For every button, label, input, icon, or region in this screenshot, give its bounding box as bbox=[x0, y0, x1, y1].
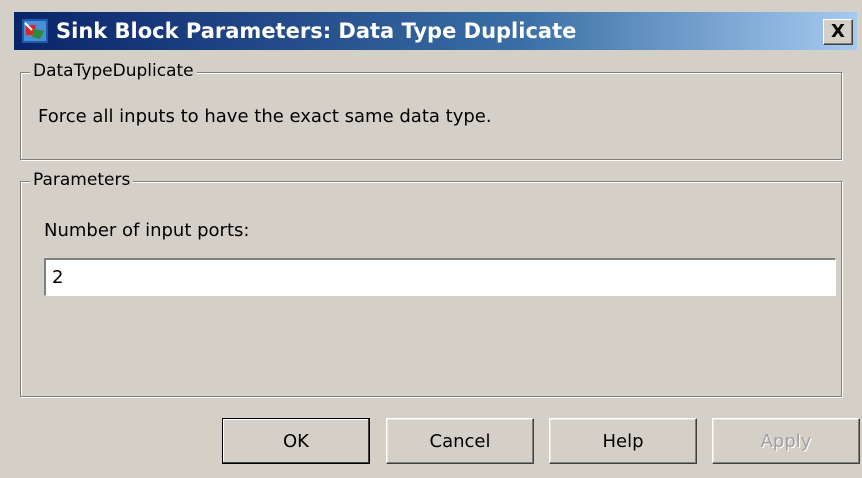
dialog-window: Sink Block Parameters: Data Type Duplica… bbox=[0, 0, 862, 478]
input-ports-label: Number of input ports: bbox=[44, 220, 250, 241]
help-button[interactable]: Help bbox=[549, 418, 697, 464]
title-bar[interactable]: Sink Block Parameters: Data Type Duplica… bbox=[0, 0, 862, 52]
close-icon: X bbox=[831, 21, 845, 42]
input-ports-field[interactable] bbox=[44, 258, 836, 296]
description-group-legend: DataTypeDuplicate bbox=[30, 60, 197, 82]
window-title: Sink Block Parameters: Data Type Duplica… bbox=[56, 19, 577, 43]
close-button[interactable]: X bbox=[823, 19, 853, 45]
cancel-button[interactable]: Cancel bbox=[386, 418, 534, 464]
simulink-block-icon bbox=[22, 19, 48, 43]
parameters-group-legend: Parameters bbox=[30, 169, 134, 191]
apply-button: Apply bbox=[712, 418, 860, 464]
ok-button[interactable]: OK bbox=[222, 418, 370, 464]
block-description: Force all inputs to have the exact same … bbox=[38, 106, 492, 127]
